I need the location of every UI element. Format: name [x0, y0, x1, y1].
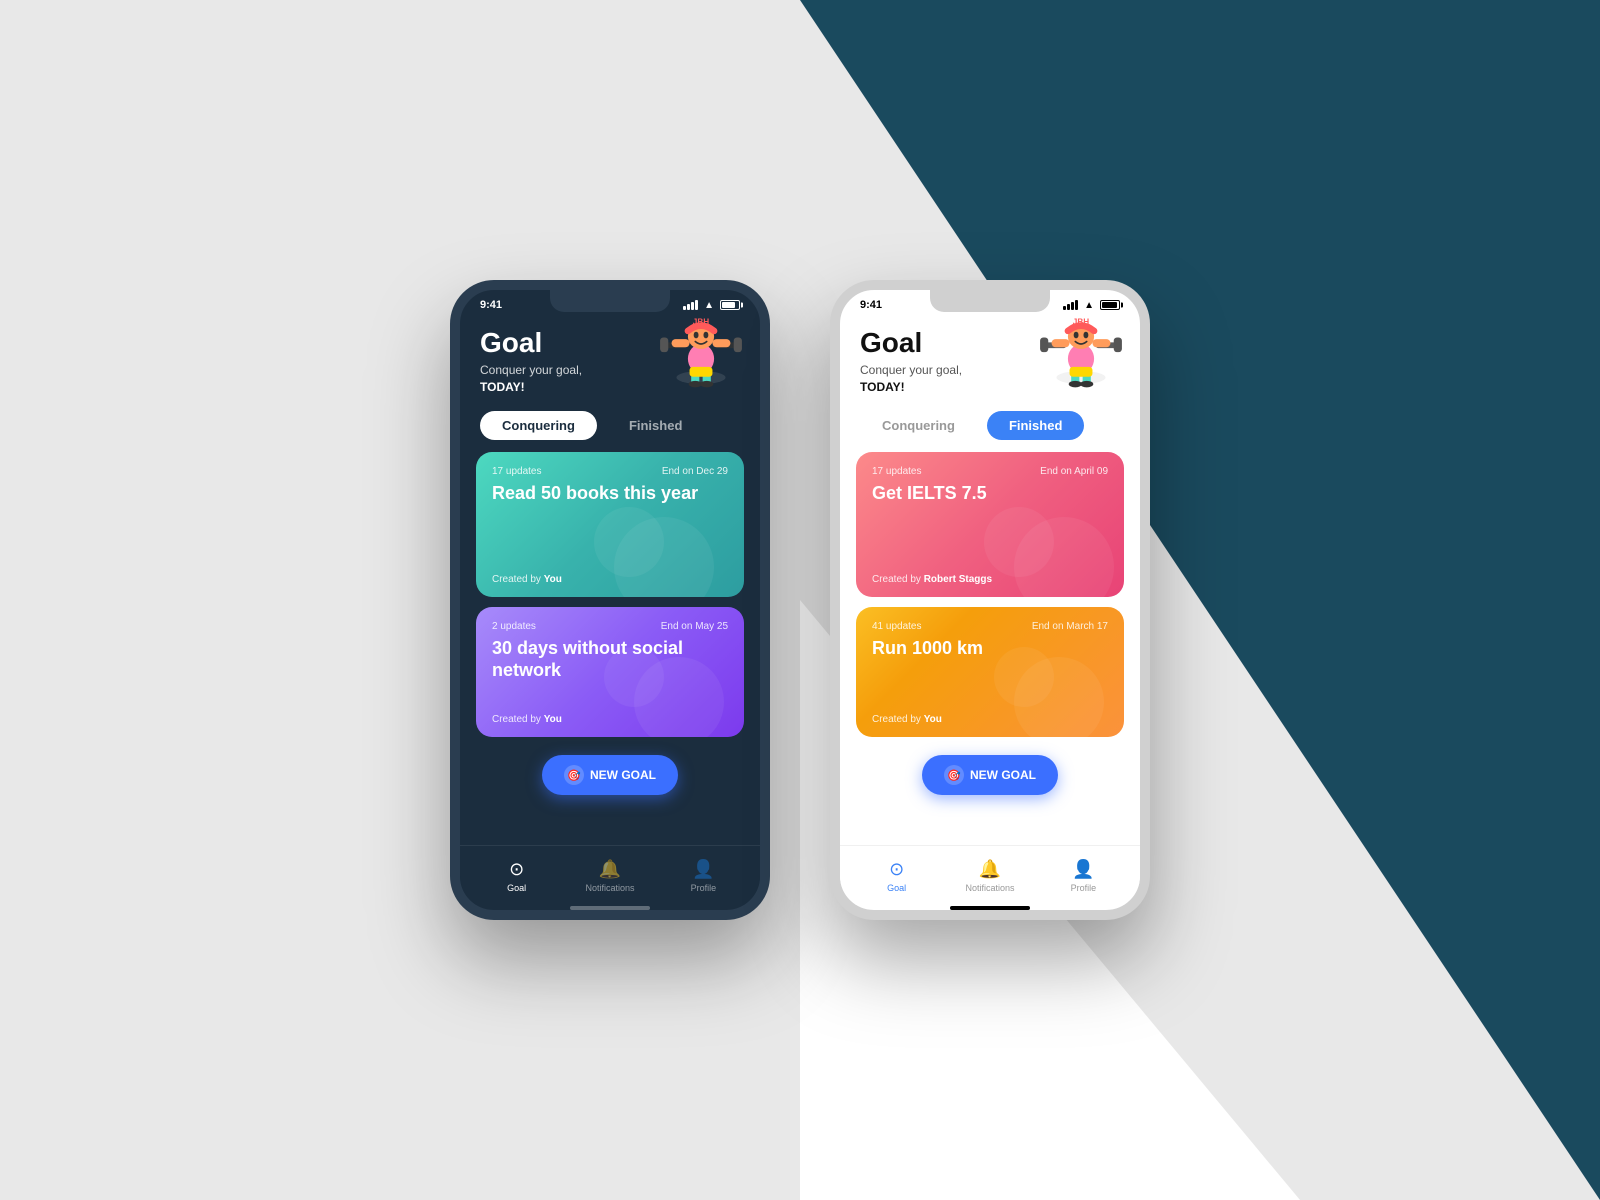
card-enddate-2-light: End on March 17: [1032, 621, 1108, 632]
phone-dark: 9:41 ▲: [450, 280, 770, 920]
signal-bar-l3: [1071, 302, 1074, 310]
nav-goal-label-light: Goal: [887, 883, 906, 893]
goal-card-2-dark[interactable]: 2 updates End on May 25 30 days without …: [476, 607, 744, 737]
time-light: 9:41: [860, 299, 882, 311]
card-creator-1-dark: Created by You: [492, 574, 562, 585]
battery-fill-dark: [722, 302, 735, 308]
card-enddate-1-dark: End on Dec 29: [662, 466, 728, 477]
time-dark: 9:41: [480, 299, 502, 311]
card-title-1-light: Get IELTS 7.5: [872, 483, 1108, 505]
signal-bars-dark: [683, 300, 698, 310]
nav-notifications-label-dark: Notifications: [585, 883, 634, 893]
nav-profile-label-dark: Profile: [691, 883, 717, 893]
screen-light: JBH Goal Conquer your goal, TODAY! Conqu…: [840, 318, 1140, 910]
card-title-2-light: Run 1000 km: [872, 638, 1108, 660]
card-creator-2-dark: Created by You: [492, 714, 562, 725]
card-creator-1-light: Created by Robert Staggs: [872, 574, 992, 585]
signal-bar-l4: [1075, 300, 1078, 310]
goal-card-2-light[interactable]: 41 updates End on March 17 Run 1000 km C…: [856, 607, 1124, 737]
cards-area-light: 17 updates End on April 09 Get IELTS 7.5…: [840, 448, 1140, 845]
battery-fill-light: [1102, 302, 1117, 308]
nav-goal-label-dark: Goal: [507, 883, 526, 893]
signal-bar-3: [691, 302, 694, 310]
card-updates-2-dark: 2 updates: [492, 621, 536, 632]
mascot-dark: JBH: [656, 318, 746, 398]
mascot-light: JBH: [1036, 318, 1126, 398]
nav-notifications-light[interactable]: 🔔 Notifications: [943, 859, 1036, 893]
card-enddate-2-dark: End on May 25: [661, 621, 728, 632]
signal-bar-2: [687, 304, 690, 310]
nav-profile-dark[interactable]: 👤 Profile: [657, 859, 750, 893]
status-icons-light: ▲: [1063, 300, 1120, 311]
card-meta-1-light: 17 updates End on April 09: [872, 466, 1108, 477]
svg-text:JBH: JBH: [1073, 318, 1089, 326]
card-meta-1-dark: 17 updates End on Dec 29: [492, 466, 728, 477]
nav-goal-icon-light: ⊙: [889, 859, 904, 880]
screen-dark: JBH Goal Conquer your goal, TODAY! Conqu…: [460, 318, 760, 910]
target-icon-light: 🎯: [944, 765, 964, 785]
notch-dark: [550, 290, 670, 312]
card-creator-2-light: Created by You: [872, 714, 942, 725]
card-updates-1-dark: 17 updates: [492, 466, 542, 477]
goal-card-1-dark[interactable]: 17 updates End on Dec 29 Read 50 books t…: [476, 452, 744, 597]
header-dark: JBH Goal Conquer your goal, TODAY!: [460, 318, 760, 403]
goal-card-1-light[interactable]: 17 updates End on April 09 Get IELTS 7.5…: [856, 452, 1124, 597]
wifi-icon-dark: ▲: [704, 300, 714, 311]
nav-goal-icon-dark: ⊙: [509, 859, 524, 880]
signal-bar-l1: [1063, 306, 1066, 310]
nav-profile-icon-dark: 👤: [692, 859, 714, 880]
home-bar-dark: [570, 906, 650, 910]
notch-light: [930, 290, 1050, 312]
home-indicator-dark: [460, 905, 760, 910]
home-indicator-light: [840, 905, 1140, 910]
signal-bars-light: [1063, 300, 1078, 310]
battery-icon-light: [1100, 300, 1120, 310]
target-icon-dark: 🎯: [564, 765, 584, 785]
tab-conquering-light[interactable]: Conquering: [860, 411, 977, 440]
card-meta-2-light: 41 updates End on March 17: [872, 621, 1108, 632]
tab-finished-dark[interactable]: Finished: [607, 411, 704, 440]
tabs-light: Conquering Finished: [840, 403, 1140, 448]
card-enddate-1-light: End on April 09: [1040, 466, 1108, 477]
nav-goal-dark[interactable]: ⊙ Goal: [470, 859, 563, 893]
tabs-dark: Conquering Finished: [460, 403, 760, 448]
signal-bar-l2: [1067, 304, 1070, 310]
nav-notifications-dark[interactable]: 🔔 Notifications: [563, 859, 656, 893]
nav-profile-light[interactable]: 👤 Profile: [1037, 859, 1130, 893]
status-icons-dark: ▲: [683, 300, 740, 311]
bottom-nav-light: ⊙ Goal 🔔 Notifications 👤 Profile: [840, 845, 1140, 905]
battery-icon-dark: [720, 300, 740, 310]
new-goal-button-light[interactable]: 🎯 NEW GOAL: [922, 755, 1058, 795]
card-title-1-dark: Read 50 books this year: [492, 483, 728, 505]
phone-light: 9:41 ▲: [830, 280, 1150, 920]
cards-area-dark: 17 updates End on Dec 29 Read 50 books t…: [460, 448, 760, 845]
bottom-nav-dark: ⊙ Goal 🔔 Notifications 👤 Profile: [460, 845, 760, 905]
phones-container: 9:41 ▲: [450, 280, 1150, 920]
nav-profile-label-light: Profile: [1071, 883, 1097, 893]
signal-bar-4: [695, 300, 698, 310]
svg-text:JBH: JBH: [693, 318, 709, 326]
signal-bar-1: [683, 306, 686, 310]
nav-notifications-icon-dark: 🔔: [599, 859, 621, 880]
nav-profile-icon-light: 👤: [1072, 859, 1094, 880]
nav-notifications-label-light: Notifications: [965, 883, 1014, 893]
card-updates-1-light: 17 updates: [872, 466, 922, 477]
tab-finished-light[interactable]: Finished: [987, 411, 1084, 440]
card-updates-2-light: 41 updates: [872, 621, 922, 632]
header-light: JBH Goal Conquer your goal, TODAY!: [840, 318, 1140, 403]
nav-notifications-icon-light: 🔔: [979, 859, 1001, 880]
card-meta-2-dark: 2 updates End on May 25: [492, 621, 728, 632]
nav-goal-light[interactable]: ⊙ Goal: [850, 859, 943, 893]
home-bar-light: [950, 906, 1030, 910]
new-goal-button-dark[interactable]: 🎯 NEW GOAL: [542, 755, 678, 795]
tab-conquering-dark[interactable]: Conquering: [480, 411, 597, 440]
wifi-icon-light: ▲: [1084, 300, 1094, 311]
